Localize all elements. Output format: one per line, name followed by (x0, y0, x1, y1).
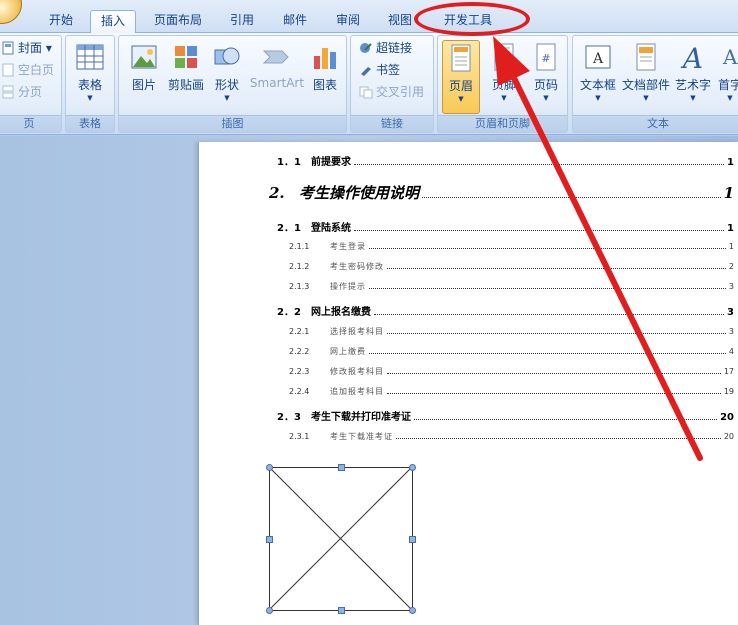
cover-page-icon (2, 41, 14, 55)
dropdown-arrow-icon: ▼ (690, 94, 696, 102)
toc-entry[interactable]: 2．1 登陆系统 1 (277, 219, 734, 234)
selected-image-placeholder[interactable] (266, 464, 416, 614)
smartart-button[interactable]: SmartArt (249, 40, 305, 110)
toc-entry[interactable]: 2. 考生操作使用说明 1 (269, 182, 734, 203)
group-table-title: 表格 (66, 115, 114, 132)
group-links: 超链接 书签 交叉引用 链接 (350, 35, 434, 133)
toc-entry[interactable]: 2.1.2 考生密码修改 2 (289, 261, 734, 272)
footer-button[interactable]: 页脚 ▼ (484, 40, 524, 110)
table-icon (76, 44, 104, 70)
dropdown-arrow-icon: ▼ (87, 94, 93, 102)
toc-entry[interactable]: 2.1.3 操作提示 3 (289, 281, 734, 292)
page-number-button[interactable]: # 页码 ▼ (526, 40, 566, 110)
picture-button[interactable]: 图片 (121, 40, 167, 110)
dropdown-arrow-icon: ▼ (643, 94, 649, 102)
group-illustrations-title: 插图 (119, 115, 346, 132)
chart-icon (314, 48, 336, 69)
blank-page-icon (2, 63, 14, 77)
page-break-icon (2, 85, 14, 99)
group-text-title: 文本 (573, 115, 738, 132)
annotation-ellipse (414, 2, 530, 36)
group-pages-title: 页 (0, 115, 61, 132)
page-break-button[interactable]: 分页 (1, 82, 42, 102)
toc-entry[interactable]: 1．1 前提要求 1 (277, 153, 734, 168)
table-button[interactable]: 表格 ▼ (67, 40, 113, 110)
dropdown-arrow-icon: ▼ (595, 94, 601, 102)
resize-handle[interactable] (266, 464, 273, 471)
tab-references[interactable]: 引用 (220, 10, 264, 33)
clipart-button[interactable]: 剪贴画 (165, 40, 207, 110)
drop-cap-icon: A (722, 45, 738, 69)
toc-entry[interactable]: 2．2 网上报名缴费 3 (277, 303, 734, 318)
resize-handle[interactable] (409, 607, 416, 614)
svg-text:A: A (592, 51, 604, 67)
ribbon: 封面 ▾ 空白页 分页 页 表格 ▼ 表格 图片 剪贴画 形状 ▼ SmartA… (0, 33, 738, 135)
ribbon-tab-bar: 开始 插入 页面布局 引用 邮件 审阅 视图 开发工具 (0, 0, 738, 33)
image-placeholder-cross (270, 468, 411, 609)
resize-handle[interactable] (266, 607, 273, 614)
clipart-icon (175, 46, 197, 68)
header-button[interactable]: 页眉 ▼ (442, 40, 480, 114)
resize-handle[interactable] (266, 536, 273, 543)
resize-handle[interactable] (409, 464, 416, 471)
group-illustrations: 图片 剪贴画 形状 ▼ SmartArt 图表 插图 (118, 35, 347, 133)
group-pages: 封面 ▾ 空白页 分页 页 (0, 35, 62, 133)
tab-page-layout[interactable]: 页面布局 (142, 10, 214, 33)
toc-entry[interactable]: 2.2.1 选择报考科目 3 (289, 326, 734, 337)
smartart-icon (262, 50, 289, 64)
toc-entry[interactable]: 2.1.1 考生登录 1 (289, 241, 734, 252)
group-header-footer-title: 页眉和页脚 (438, 115, 567, 132)
bookmark-button[interactable]: 书签 (359, 60, 400, 80)
toc-entry[interactable]: 2.2.4 追加报考科目 19 (289, 386, 734, 397)
svg-text:A: A (680, 42, 703, 72)
dropdown-arrow-icon: ▼ (543, 94, 549, 102)
footer-icon (494, 43, 514, 71)
hyperlink-icon (360, 43, 372, 53)
toc-entry[interactable]: 2.3.1 考生下载准考证 20 (289, 431, 734, 442)
textbox-button[interactable]: A 文本框 ▼ (575, 40, 621, 110)
quick-parts-icon (636, 43, 656, 71)
hyperlink-button[interactable]: 超链接 (359, 38, 412, 58)
group-links-title: 链接 (351, 115, 433, 132)
toc-entry[interactable]: 2.2.3 修改报考科目 17 (289, 366, 734, 377)
group-header-footer: 页眉 ▼ 页脚 ▼ # 页码 ▼ 页眉和页脚 (437, 35, 568, 133)
header-icon (451, 44, 471, 72)
dropdown-arrow-icon: ▼ (727, 94, 733, 102)
dropdown-arrow-icon: ▼ (224, 94, 230, 102)
group-text: A 文本框 ▼ 文档部件 ▼ A 艺术字 ▼ A 首字 ▼ 文本 (572, 35, 738, 133)
blank-page-button[interactable]: 空白页 (1, 60, 54, 80)
resize-handle[interactable] (338, 464, 345, 471)
svg-text:A: A (722, 45, 738, 69)
shapes-button[interactable]: 形状 ▼ (207, 40, 247, 110)
toc-entry[interactable]: 2．3 考生下载并打印准考证 20 (277, 408, 734, 423)
wordart-icon: A (680, 42, 703, 72)
picture-icon (131, 45, 157, 69)
svg-text:#: # (541, 52, 550, 65)
textbox-icon: A (585, 45, 611, 69)
page-number-icon: # (536, 43, 556, 71)
chart-button[interactable]: 图表 (305, 40, 345, 110)
group-table: 表格 ▼ 表格 (65, 35, 115, 133)
dropdown-arrow-icon: ▼ (501, 94, 507, 102)
cover-page-button[interactable]: 封面 ▾ (1, 38, 52, 58)
dropdown-arrow-icon: ▼ (458, 95, 464, 103)
office-button[interactable] (0, 0, 22, 24)
quick-parts-button[interactable]: 文档部件 ▼ (621, 40, 671, 110)
wordart-button[interactable]: A 艺术字 ▼ (673, 40, 713, 110)
resize-handle[interactable] (409, 536, 416, 543)
shapes-icon (214, 47, 240, 65)
resize-handle[interactable] (338, 607, 345, 614)
toc-entry[interactable]: 2.2.2 网上缴费 4 (289, 346, 734, 357)
drop-cap-button[interactable]: A 首字 ▼ (715, 40, 738, 110)
tab-review[interactable]: 审阅 (326, 10, 370, 33)
tab-insert[interactable]: 插入 (90, 10, 136, 33)
cross-reference-icon (359, 86, 373, 99)
cross-reference-button[interactable]: 交叉引用 (359, 82, 424, 102)
tab-home[interactable]: 开始 (38, 10, 84, 33)
bookmark-icon (361, 67, 371, 76)
tab-mailings[interactable]: 邮件 (272, 10, 318, 33)
